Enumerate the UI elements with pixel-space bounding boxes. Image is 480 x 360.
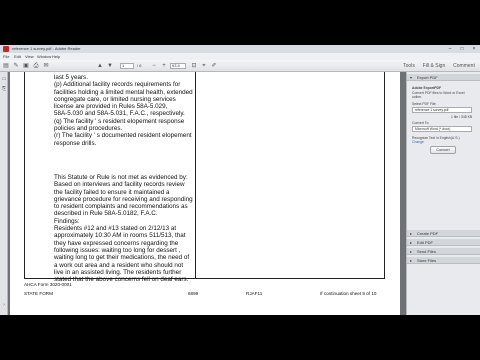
save-icon[interactable]: ▣ [22, 62, 30, 70]
expand-triangle-icon: ▸ [410, 258, 413, 263]
text-line: waiting long to get their medications, t… [54, 254, 190, 262]
fit-page-icon[interactable]: ⊡ [190, 62, 198, 70]
email-icon[interactable]: ✉ [42, 62, 50, 70]
text-line: (q) The facility ' s resident elopement … [54, 117, 185, 125]
toolbar: ▤ ✎ ▣ ⎙ ✉ ▲ ▼ 1 / 6 − + 93.9 ⊡ ⌖ ✐ Tools… [0, 60, 480, 72]
text-line: stated that the above concerns fell on d… [54, 276, 189, 284]
export-pdf-header[interactable]: ▾ Export PDF [407, 74, 480, 81]
menu-file[interactable]: File [3, 53, 9, 60]
zoom-in-icon[interactable]: + [160, 62, 168, 70]
text-line: live in an assisted living. The resident… [54, 268, 182, 276]
zoom-out-icon[interactable]: − [150, 62, 158, 70]
window-title: reference 1 survey.pdf - Adobe Reader [12, 46, 81, 51]
text-line: approximately 10:30 AM in rooms 511/513,… [54, 232, 186, 240]
expand-triangle-icon: ▸ [410, 249, 413, 254]
file-info: 1 file / 348 KB [451, 115, 473, 119]
convert-button[interactable]: Convert [430, 146, 456, 154]
ocr-change-link[interactable]: Change [412, 140, 424, 144]
minimize-button[interactable]: – [444, 45, 456, 53]
text-line: they have expressed concerns regarding t… [54, 239, 179, 247]
convert-to-label: Convert To: [412, 121, 430, 125]
text-line: facilities holding a limited mental heal… [54, 88, 193, 96]
text-line: described in Rule 58A-5.0182, F.A.C. [54, 210, 158, 218]
store-files-section[interactable]: ▸ Store Files [407, 257, 480, 264]
text-line: (r) The facility ' s documented resident… [54, 132, 192, 140]
page-total: / 6 [137, 63, 142, 68]
close-button[interactable]: × [468, 45, 480, 53]
form-border-right [384, 72, 385, 278]
text-line: Based on interviews and facility records… [54, 181, 185, 189]
expand-triangle-icon: ▸ [410, 231, 413, 236]
text-line: following issues: waiting too long for d… [54, 246, 181, 254]
next-page-icon[interactable]: ▼ [106, 62, 114, 70]
state-form-label: STATE FORM [24, 291, 53, 296]
text-line: This Statute or Rule is not met as evide… [54, 174, 188, 181]
print-icon[interactable]: ⎙ [32, 62, 40, 70]
create-pdf-section[interactable]: ▸ Create PDF [407, 230, 480, 237]
pages-icon[interactable]: ▭ [1, 76, 7, 82]
form-border-left [24, 72, 25, 278]
create-icon[interactable]: ✎ [12, 62, 20, 70]
selected-file-field[interactable]: reference 1 survey.pdf [412, 107, 472, 113]
export-service-name: Adobe ExportPDF [412, 86, 442, 90]
menu-help[interactable]: Help [52, 53, 60, 60]
expand-pane-icon[interactable]: › [1, 302, 7, 308]
adobe-reader-icon [3, 46, 9, 52]
edit-pdf-section[interactable]: ▸ Edit PDF [407, 239, 480, 246]
export-description-cont: online. [412, 95, 422, 99]
open-icon[interactable]: ▤ [2, 62, 10, 70]
tab-tools[interactable]: Tools [398, 61, 420, 71]
tab-comment[interactable]: Comment [448, 61, 480, 71]
text-line: grievance procedure for receiving and re… [54, 195, 193, 203]
title-bar: reference 1 survey.pdf - Adobe Reader – … [0, 45, 480, 53]
menu-view[interactable]: View [25, 53, 34, 60]
menu-window[interactable]: Window [37, 53, 51, 60]
previous-page-icon[interactable]: ▲ [96, 62, 104, 70]
text-line: 58A-5.030 and 58A-5.031, F.A.C., respect… [54, 110, 185, 118]
text-line: last 5 years. [54, 74, 88, 81]
select-tool-icon[interactable]: ⌖ [200, 62, 208, 70]
navigation-pane: ▭ ⎘ › [0, 72, 8, 315]
text-line: to resident complaints and recommendatio… [54, 203, 188, 211]
text-line: Residents #12 and #13 stated on 2/12/13 … [54, 225, 177, 233]
comment-icon[interactable]: ✐ [210, 62, 218, 70]
menu-edit[interactable]: Edit [14, 53, 21, 60]
pdf-page: last 5 years. (p) Additional facility re… [10, 72, 400, 315]
page-number-field[interactable]: 1 [120, 63, 134, 69]
expand-triangle-icon: ▸ [410, 240, 413, 245]
regulation-text: last 5 years. (p) Additional facility re… [54, 74, 196, 147]
text-line: the facility failed to ensure it maintai… [54, 188, 170, 196]
tools-pane: ▾ Export PDF Adobe ExportPDF Convert PDF… [406, 72, 480, 315]
text-line: response drills. [54, 139, 97, 147]
zoom-field[interactable]: 93.9 [170, 63, 186, 69]
collapse-triangle-icon: ▾ [410, 75, 413, 80]
attachments-icon[interactable]: ⎘ [1, 86, 7, 92]
select-file-label: Select PDF File: [412, 102, 437, 106]
convert-format-select[interactable]: Microsoft Word (*.docx) [412, 126, 472, 132]
findings-text: This Statute or Rule is not met as evide… [54, 174, 196, 283]
form-mark: 6899 [188, 291, 199, 296]
tab-fill-sign[interactable]: Fill & Sign [420, 61, 448, 71]
text-line: policies and procedures. [54, 125, 123, 133]
text-line: license are provided in Rules 58A-5.029, [54, 103, 168, 111]
continuation-sheet: If continuation sheet 5 of 10 [320, 291, 377, 296]
document-view[interactable]: ▭ ⎘ › last 5 years. (p) Additional facil… [0, 72, 406, 315]
form-code: AHCA Form 3020-0001 [24, 282, 72, 287]
maximize-button[interactable]: □ [456, 45, 468, 53]
menu-bar: File Edit View Window Help [0, 53, 480, 60]
text-line: (p) Additional facility records requirem… [54, 81, 181, 89]
text-line: congregate care, or limited nursing serv… [54, 95, 176, 103]
app-window: reference 1 survey.pdf - Adobe Reader – … [0, 45, 480, 315]
text-line: Findings: [54, 217, 80, 225]
text-line: a work out area and a resident who shoul… [54, 261, 184, 269]
send-files-section[interactable]: ▸ Send Files [407, 248, 480, 255]
event-id: RJAF11 [246, 291, 263, 296]
